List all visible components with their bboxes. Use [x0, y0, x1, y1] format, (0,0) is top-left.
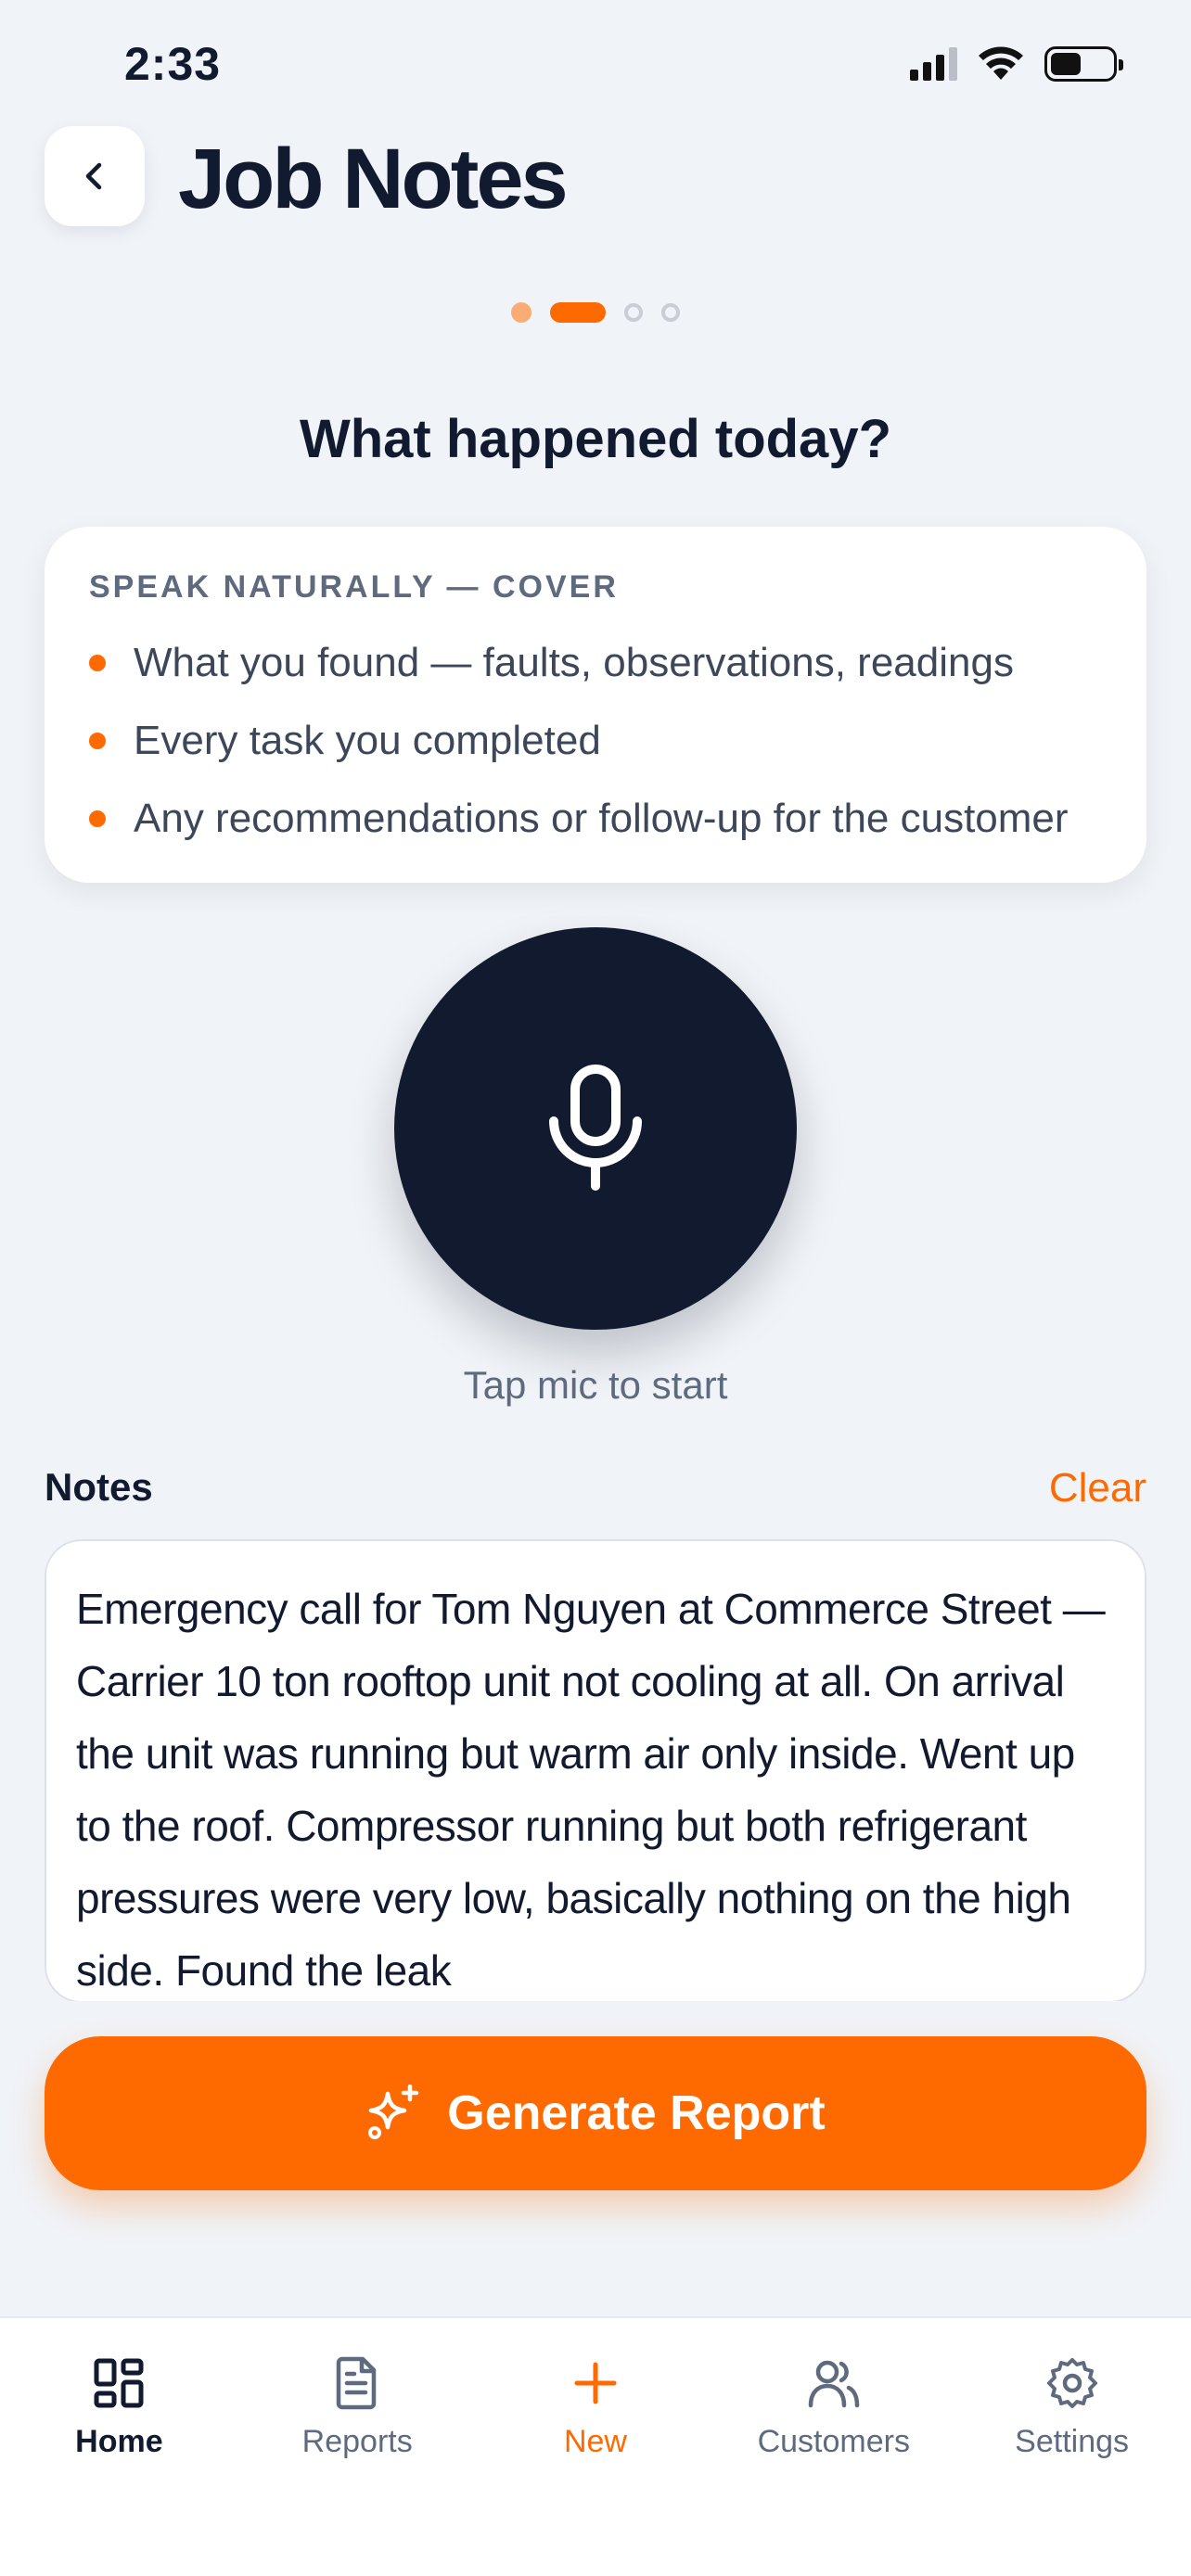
tips-card: SPEAK NATURALLY — COVER What you found —…	[45, 527, 1146, 883]
tip-text: Any recommendations or follow-up for the…	[134, 796, 1069, 841]
tab-reports[interactable]: Reports	[238, 2318, 477, 2576]
notes-textarea[interactable]: Emergency call for Tom Nguyen at Commerc…	[45, 1539, 1146, 2003]
tip-item: Any recommendations or follow-up for the…	[89, 780, 1102, 858]
grid-icon	[94, 2358, 144, 2408]
progress-stepper	[0, 302, 1191, 323]
tip-text: What you found — faults, observations, r…	[134, 640, 1014, 685]
document-icon	[336, 2356, 377, 2410]
tab-bar: Home Reports New Customers Settings	[0, 2316, 1191, 2576]
step-indicator-2	[550, 302, 606, 323]
gear-icon	[1046, 2358, 1097, 2408]
job-notes-screen: 2:33 Job Notes What happened today? SPEA…	[0, 0, 1191, 2576]
tab-label: Reports	[301, 2424, 413, 2459]
step-indicator-4	[661, 303, 680, 322]
sparkles-icon	[368, 2085, 419, 2139]
bullet-icon	[89, 733, 106, 749]
mic-hint: Tap mic to start	[463, 1363, 728, 1407]
tab-new[interactable]: New	[477, 2318, 715, 2576]
status-bar: 2:33	[0, 0, 1191, 121]
back-button[interactable]	[45, 126, 145, 226]
status-icons	[910, 46, 1123, 82]
chevron-left-icon	[85, 162, 102, 190]
bullet-icon	[89, 810, 106, 827]
tip-item: What you found — faults, observations, r…	[89, 624, 1102, 702]
notes-label: Notes	[45, 1465, 153, 1509]
microphone-icon	[549, 1065, 642, 1191]
tab-customers[interactable]: Customers	[714, 2318, 953, 2576]
tab-settings[interactable]: Settings	[953, 2318, 1191, 2576]
question-heading: What happened today?	[300, 409, 891, 469]
mic-button[interactable]	[394, 927, 797, 1330]
tab-label: New	[563, 2424, 627, 2459]
tip-item: Every task you completed	[89, 702, 1102, 780]
page-title: Job Notes	[178, 132, 569, 226]
step-indicator-3	[624, 303, 643, 322]
wifi-icon	[979, 46, 1023, 80]
plus-icon	[574, 2362, 617, 2404]
tips-heading: SPEAK NATURALLY — COVER	[89, 569, 619, 605]
generate-report-button[interactable]: Generate Report	[45, 2036, 1146, 2190]
users-icon	[808, 2360, 860, 2408]
step-indicator-1	[511, 302, 531, 323]
bullet-icon	[89, 655, 106, 671]
tab-label: Customers	[757, 2424, 910, 2459]
battery-icon	[1044, 46, 1123, 82]
tip-text: Every task you completed	[134, 718, 601, 763]
status-time: 2:33	[124, 38, 222, 90]
generate-report-label: Generate Report	[447, 2086, 826, 2140]
tab-label: Settings	[1015, 2424, 1130, 2459]
clear-button[interactable]: Clear	[1049, 1465, 1146, 1511]
notes-text: Emergency call for Tom Nguyen at Commerc…	[76, 1585, 1106, 1995]
cellular-signal-icon	[910, 47, 957, 81]
tab-label: Home	[75, 2424, 163, 2459]
tab-home[interactable]: Home	[0, 2318, 238, 2576]
